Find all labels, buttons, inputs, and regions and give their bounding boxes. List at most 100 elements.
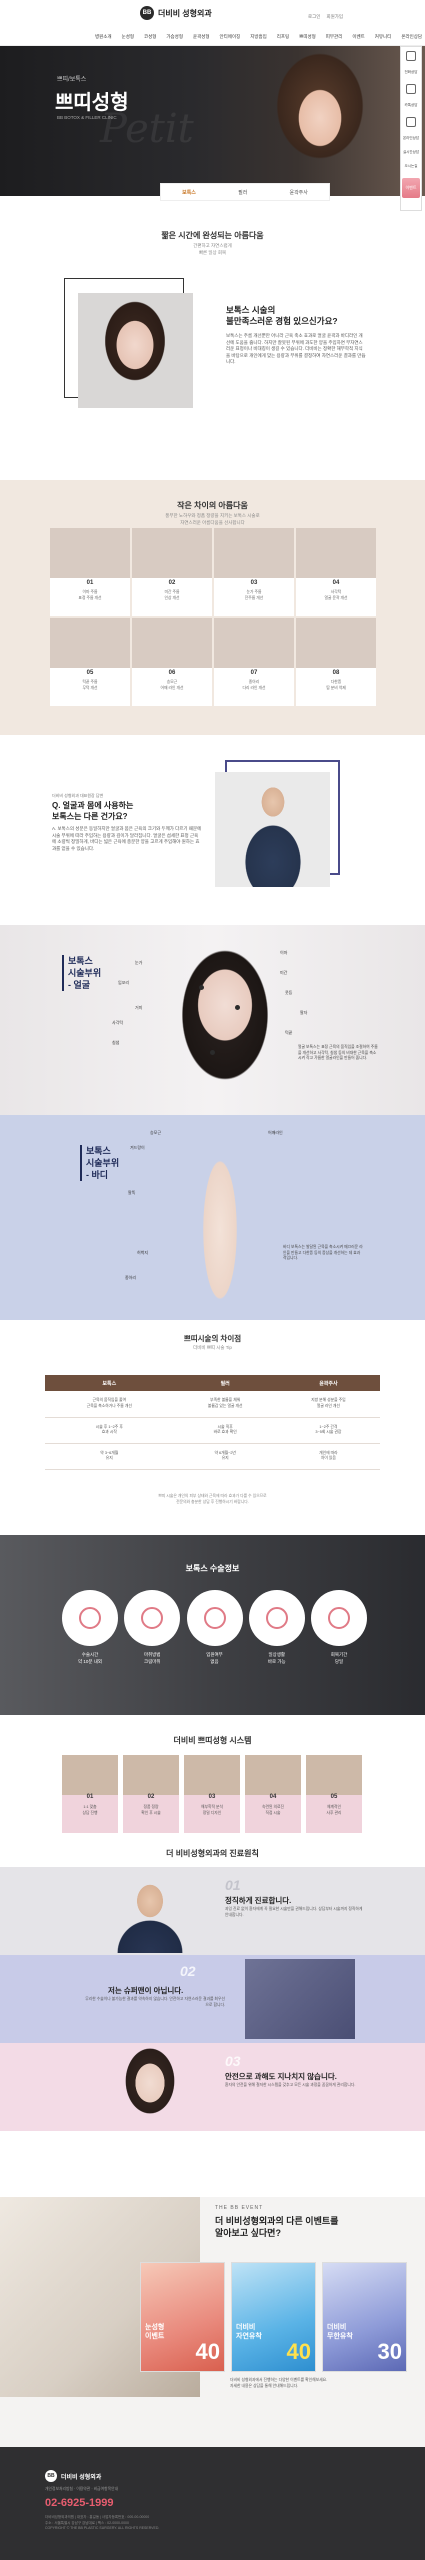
signup-link[interactable]: 회원가입: [326, 14, 343, 20]
body-model-image: [165, 1120, 275, 1320]
nav-item[interactable]: 리프팅: [277, 34, 289, 40]
nav-item[interactable]: 코성형: [144, 34, 156, 40]
footer-logo-text: 더비비 성형외과: [61, 2474, 102, 2481]
event-card-price: 40: [195, 2339, 220, 2364]
tab-filler[interactable]: 필러: [238, 189, 247, 196]
footer-logo[interactable]: BB 더비비 성형외과: [45, 2470, 101, 2482]
hero-banner: Petit 쁘띠/보톡스 쁘띠성형 BB BOTOX & FILLER CLIN…: [0, 46, 425, 196]
difference-card: 04 사각턱 얼굴 윤곽 개선: [296, 528, 376, 616]
botox-face-description: 얼굴 보톡스는 표정 근육의 움직임을 조절하여 주름을 개선하고 사각턱, 침…: [298, 1045, 378, 1060]
principles-title: 더 비비성형외과의 진료원칙: [166, 1849, 259, 1858]
nav-item[interactable]: 쁘띠성형: [299, 34, 316, 40]
doctor-photo: [215, 772, 330, 887]
phone-icon[interactable]: [406, 51, 416, 61]
surgery-info-label: 마취방법 크림마취: [143, 1652, 161, 1664]
card-number: 07: [250, 670, 258, 676]
intro-heading: 보톡스 시술의 불만족스러운 경험 있으신가요?: [226, 305, 338, 326]
card-text: 종아리 다리 라인 개선: [242, 680, 266, 690]
event-card[interactable]: 눈성형 이벤트 40: [140, 2262, 225, 2372]
card-text: 정품 정량 확인 후 시술: [141, 1805, 161, 1815]
nav-item[interactable]: 안티에이징: [220, 34, 241, 40]
hero-description: BB BOTOX & FILLER CLINIC: [57, 115, 117, 120]
quick-event-button[interactable]: 이벤트: [402, 178, 420, 198]
difference-photo: [296, 618, 376, 668]
quick-item[interactable]: 카톡상담: [405, 103, 418, 108]
body-tag: 허벅지: [137, 1250, 149, 1255]
site-logo[interactable]: BB 더비비 성형외과: [140, 6, 212, 20]
table-header: 윤곽주사: [276, 1375, 380, 1391]
chat-icon[interactable]: [406, 84, 416, 94]
event-card[interactable]: 더비비 무한유착 30: [322, 2262, 407, 2372]
nav-item[interactable]: 병원소개: [95, 34, 112, 40]
intro-model-photo: [78, 293, 193, 408]
card-number: 04: [332, 580, 340, 586]
table-row: 약 3~6개월 유지 약 6개월~2년 유지 개인에 따라 차이 있음: [45, 1443, 380, 1470]
system-card: 03 해부학적 분석 정밀 디자인: [184, 1755, 240, 1833]
doctor-question: Q. 얼굴과 몸에 사용하는 보톡스는 다른 건가요?: [52, 801, 134, 821]
principle-body: 환자의 안전을 위해 철저한 시스템을 갖추고 모든 시술 과정을 꼼꼼하게 관…: [225, 2083, 356, 2087]
difference-card: 05 턱끝 주름 무턱 개선: [50, 618, 130, 706]
card-number: 01: [86, 1794, 94, 1800]
quick-item[interactable]: 온라인상담: [403, 136, 419, 141]
system-card: 05 체계적인 사후 관리: [306, 1755, 362, 1833]
principle-band-3: 03 안전으로 과해도 지나치지 않습니다. 환자의 안전을 위해 철저한 시스…: [0, 2043, 425, 2131]
principle-number: 02: [180, 1963, 196, 1979]
pencil-icon[interactable]: [406, 117, 416, 127]
intro-subtitle: 간편하고 자연스럽게 빠른 일상 회복: [193, 243, 232, 255]
nav-item[interactable]: 온라인상담: [401, 34, 422, 40]
difference-card: 08 다한증 땀 분비 억제: [296, 618, 376, 706]
card-text: 사각턱 얼굴 윤곽 개선: [324, 590, 348, 600]
intro-title: 짧은 시간에 완성되는 아름다움: [161, 231, 264, 240]
table-cell: 개인에 따라 차이 있음: [276, 1443, 380, 1470]
tab-botox[interactable]: 보톡스: [182, 189, 196, 196]
system-photo: [245, 1755, 301, 1795]
difference-photo: [132, 618, 212, 668]
card-text: 숙련된 의료진 직접 시술: [261, 1805, 284, 1815]
surgery-info-label: 수술시간 약 10분 내외: [77, 1652, 103, 1664]
table-cell: 약 6개월~2년 유지: [173, 1443, 277, 1470]
quick-item[interactable]: 실시간상담: [403, 150, 419, 155]
nav-item[interactable]: 이벤트: [352, 34, 364, 40]
card-text: 해부학적 분석 정밀 디자인: [200, 1805, 223, 1815]
footer-links[interactable]: 개인정보처리방침 · 이용약관 · 비급여항목안내: [45, 2487, 118, 2492]
login-link[interactable]: 로그인: [308, 14, 320, 20]
event-card[interactable]: 더비비 자연유착 40: [231, 2262, 316, 2372]
difference-photo: [214, 528, 294, 578]
card-text: 1:1 맞춤 상담 진행: [82, 1805, 98, 1815]
card-number: 08: [332, 670, 340, 676]
event-heading: 더 비비성형외과의 다른 이벤트를 알아보고 싶다면?: [215, 2216, 339, 2238]
tab-contour-injection[interactable]: 윤곽주사: [289, 189, 307, 196]
footer-phone[interactable]: 02-6925-1999: [45, 2497, 114, 2509]
event-card-name: 더비비 무한유착: [327, 2324, 353, 2340]
card-number: 03: [208, 1794, 216, 1800]
face-tag: 미간: [280, 970, 288, 975]
card-number: 02: [147, 1794, 155, 1800]
nav-item[interactable]: 지방흡입: [250, 34, 267, 40]
footer-logo-mark: BB: [45, 2470, 57, 2482]
system-photo: [306, 1755, 362, 1795]
quick-item[interactable]: 오시는길: [405, 164, 418, 169]
calendar-icon: [311, 1590, 367, 1646]
main-nav: 병원소개 눈성형 코성형 가슴성형 윤곽성형 안티에이징 지방흡입 리프팅 쁘띠…: [95, 34, 422, 40]
quick-item[interactable]: 전화상담: [405, 70, 418, 75]
difference-subtitle: 풍부한 노하우와 정품 정량을 지키는 보톡스 시술로 자연스러운 아름다움을 …: [165, 513, 260, 525]
nav-item[interactable]: 눈성형: [122, 34, 134, 40]
table-header: 필러: [173, 1375, 277, 1391]
principle-body: 과잉 진료 없이 환자에게 꼭 필요한 시술만을 권해드립니다. 상담부터 시술…: [225, 1907, 363, 1917]
event-text: 더비비 성형외과에서 진행하는 다양한 이벤트를 확인해보세요. 자세한 내용은…: [230, 2378, 328, 2388]
nav-item[interactable]: 커뮤니티: [375, 34, 392, 40]
difference-photo: [132, 528, 212, 578]
system-card: 01 1:1 맞춤 상담 진행: [62, 1755, 118, 1833]
card-number: 05: [330, 1794, 338, 1800]
surgery-info-item: 마취방법 크림마취: [124, 1590, 181, 1665]
table-cell: 시술 후 1~2주 후 효과 시작: [45, 1417, 174, 1444]
face-tag: 눈가: [135, 960, 143, 965]
table-header: 보톡스: [45, 1375, 174, 1391]
body-tag: 팔뚝: [128, 1190, 136, 1195]
nav-item[interactable]: 피부관리: [326, 34, 343, 40]
event-card-name: 눈성형 이벤트: [145, 2324, 165, 2340]
nav-item[interactable]: 가슴성형: [166, 34, 183, 40]
logo-mark: BB: [140, 6, 154, 20]
face-tag: 침샘: [112, 1040, 120, 1045]
nav-item[interactable]: 윤곽성형: [193, 34, 210, 40]
